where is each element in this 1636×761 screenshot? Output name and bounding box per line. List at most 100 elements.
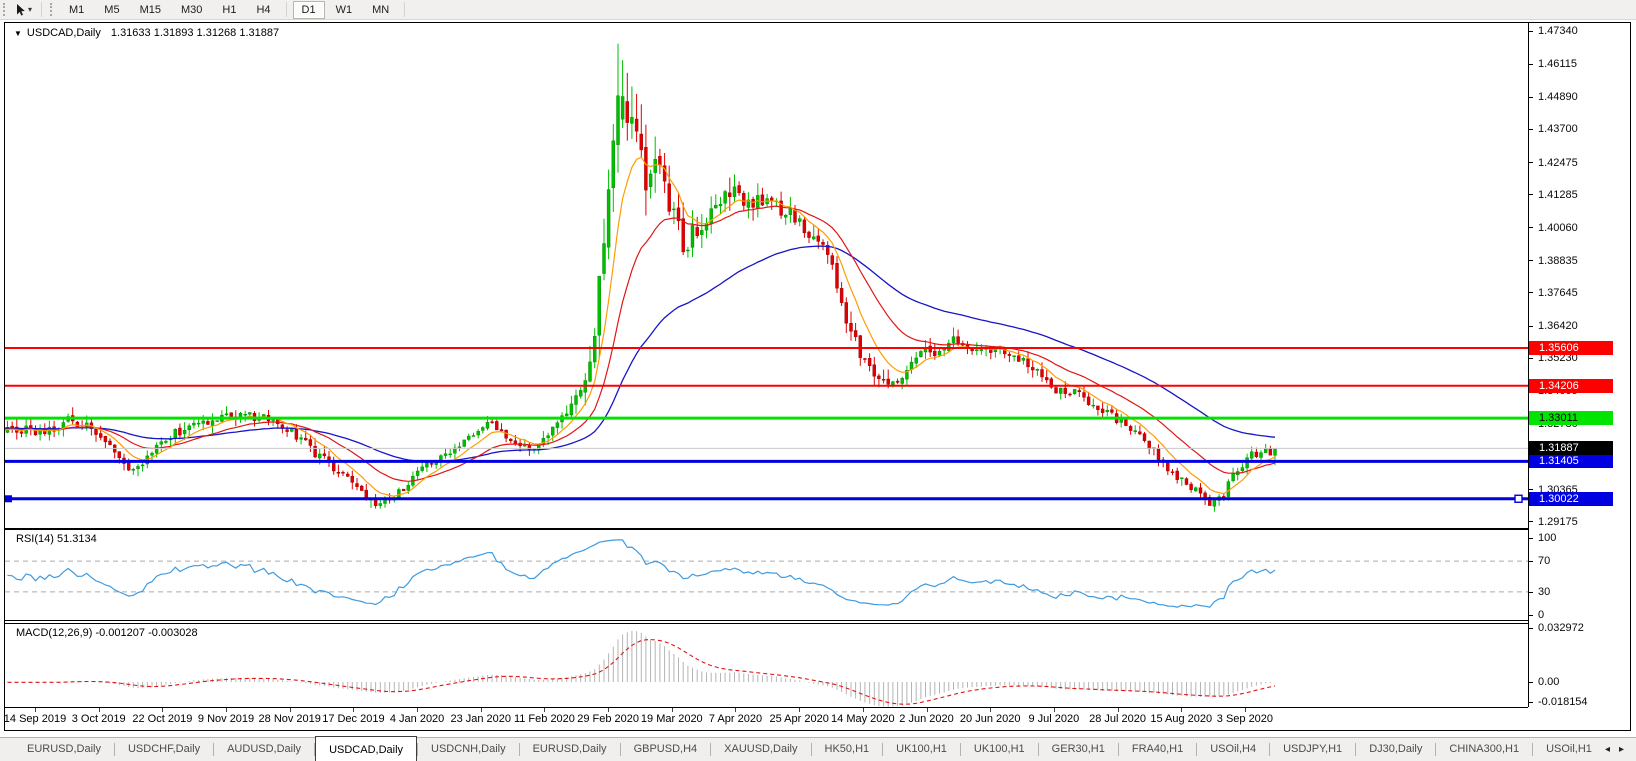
toolbar-grip-handle[interactable] — [3, 3, 8, 16]
macd-tick-label: 0.00 — [1538, 676, 1559, 688]
date-tick-mark — [290, 708, 291, 712]
timeframe-button-m30[interactable]: M30 — [172, 1, 211, 19]
chart-tab-gbpusd-h4[interactable]: GBPUSD,H4 — [621, 738, 711, 761]
date-tick-label: 9 Nov 2019 — [198, 713, 254, 725]
cursor-tool-button[interactable]: ▾ — [12, 3, 36, 17]
chart-tab-eurusd-daily[interactable]: EURUSD,Daily — [14, 738, 114, 761]
price-tick-label: 1.47340 — [1538, 25, 1578, 37]
price-tick-label: 1.46115 — [1538, 58, 1577, 70]
chart-tab-hk50-h1[interactable]: HK50,H1 — [812, 738, 883, 761]
price-tick-label: 1.29175 — [1538, 516, 1578, 528]
price-tick-mark — [1529, 521, 1533, 522]
chart-tab-usoil-h4[interactable]: USOil,H4 — [1197, 738, 1269, 761]
date-tick-mark — [162, 708, 163, 712]
price-chart-pane[interactable] — [5, 23, 1528, 528]
rsi-pane[interactable] — [5, 530, 1528, 620]
macd-tick-mark — [1529, 682, 1533, 683]
cursor-arrow-icon — [14, 3, 27, 17]
macd-tick-label: 0.032972 — [1538, 622, 1584, 634]
timeframe-button-h1[interactable]: H1 — [213, 1, 245, 19]
macd-indicator-label: MACD(12,26,9) -0.001207 -0.003028 — [16, 627, 198, 639]
date-tick-label: 23 Jan 2020 — [450, 713, 511, 725]
price-tick-label: 1.42475 — [1538, 157, 1578, 169]
date-tick-mark — [99, 708, 100, 712]
chart-ohlc-values: 1.31633 1.31893 1.31268 1.31887 — [111, 27, 279, 39]
scroll-tabs-left-icon[interactable]: ◂ — [1605, 744, 1610, 755]
date-tick-mark — [990, 708, 991, 712]
chevron-down-icon[interactable]: ▾ — [28, 5, 32, 14]
line-drag-handle — [1515, 495, 1522, 502]
toolbar-separator — [286, 2, 287, 17]
price-tick-mark — [1529, 260, 1533, 261]
rsi-tick-mark — [1529, 615, 1533, 616]
rsi-tick-mark — [1529, 592, 1533, 593]
price-level-badge[interactable]: 1.35606 — [1529, 341, 1613, 355]
chart-tab-dj30-daily[interactable]: DJ30,Daily — [1356, 738, 1435, 761]
chart-tab-eurusd-daily[interactable]: EURUSD,Daily — [520, 738, 620, 761]
macd-tick-label: -0.018154 — [1538, 696, 1588, 708]
price-level-badge[interactable]: 1.33011 — [1529, 411, 1613, 425]
price-level-badge[interactable]: 1.31405 — [1529, 454, 1613, 468]
chart-tab-uk100-h1[interactable]: UK100,H1 — [961, 738, 1038, 761]
timeframe-button-mn[interactable]: MN — [363, 1, 398, 19]
macd-pane[interactable] — [5, 624, 1528, 707]
scroll-tabs-right-icon[interactable]: ▸ — [1619, 744, 1624, 755]
price-tick-label: 1.36420 — [1538, 320, 1578, 332]
date-tick-label: 11 Feb 2020 — [514, 713, 575, 725]
mt4-terminal: { "toolbar": { "timeframes": ["M1","M5",… — [0, 0, 1636, 761]
timeframe-buttons: M1M5M15M30H1H4 D1W1MN — [59, 1, 399, 19]
chart-tab-usdcad-daily[interactable]: USDCAD,Daily — [315, 736, 417, 761]
rsi-tick-label: 100 — [1538, 532, 1556, 544]
date-tick-label: 29 Feb 2020 — [577, 713, 639, 725]
date-tick-label: 4 Jan 2020 — [390, 713, 444, 725]
date-tick-label: 2 Jun 2020 — [899, 713, 953, 725]
timeframe-button-h4[interactable]: H4 — [247, 1, 279, 19]
chart-tab-usoil-h1[interactable]: USOil,H1 — [1533, 738, 1605, 761]
date-tick-mark — [799, 708, 800, 712]
timeframe-button-d1[interactable]: D1 — [293, 1, 325, 19]
timeframe-button-w1[interactable]: W1 — [327, 1, 362, 19]
chart-tab-ger30-h1[interactable]: GER30,H1 — [1039, 738, 1118, 761]
chart-tab-uk100-h1[interactable]: UK100,H1 — [883, 738, 960, 761]
symbol-dropdown-icon[interactable]: ▼ — [14, 29, 22, 38]
toolbar-grip-handle[interactable] — [50, 3, 55, 16]
chart-tab-usdchf-daily[interactable]: USDCHF,Daily — [115, 738, 213, 761]
price-tick-label: 1.44890 — [1538, 91, 1578, 103]
chart-tab-audusd-daily[interactable]: AUDUSD,Daily — [214, 738, 314, 761]
price-tick-label: 1.38835 — [1538, 255, 1578, 267]
date-tick-label: 3 Sep 2020 — [1217, 713, 1273, 725]
price-level-badge[interactable]: 1.34206 — [1529, 379, 1613, 393]
date-tick-label: 17 Dec 2019 — [322, 713, 384, 725]
rsi-tick-label: 0 — [1538, 609, 1544, 621]
rsi-tick-mark — [1529, 538, 1533, 539]
price-tick-mark — [1529, 162, 1533, 163]
rsi-indicator-label: RSI(14) 51.3134 — [16, 533, 97, 545]
chart-tab-usdcnh-daily[interactable]: USDCNH,Daily — [418, 738, 519, 761]
chart-title: ▼USDCAD,Daily1.31633 1.31893 1.31268 1.3… — [14, 27, 279, 39]
date-tick-mark — [35, 708, 36, 712]
pane-divider[interactable] — [5, 620, 1528, 621]
chart-tab-usdjpy-h1[interactable]: USDJPY,H1 — [1270, 738, 1355, 761]
price-tick-mark — [1529, 97, 1533, 98]
rsi-tick-label: 70 — [1538, 555, 1550, 567]
price-level-badge[interactable]: 1.30022 — [1529, 492, 1613, 506]
chart-tab-china300-h1[interactable]: CHINA300,H1 — [1436, 738, 1532, 761]
chart-tab-fra40-h1[interactable]: FRA40,H1 — [1119, 738, 1196, 761]
timeframe-button-m1[interactable]: M1 — [60, 1, 93, 19]
chart-tab-xauusd-daily[interactable]: XAUUSD,Daily — [711, 738, 810, 761]
date-tick-label: 25 Apr 2020 — [769, 713, 828, 725]
date-tick-mark — [672, 708, 673, 712]
date-tick-label: 14 May 2020 — [831, 713, 895, 725]
toolbar-separator — [41, 2, 42, 17]
timeframe-button-m15[interactable]: M15 — [131, 1, 170, 19]
price-tick-label: 1.43700 — [1538, 123, 1578, 135]
chart-tab-bar: EURUSD,DailyUSDCHF,DailyAUDUSD,DailyUSDC… — [0, 737, 1636, 761]
date-tick-label: 22 Oct 2019 — [132, 713, 192, 725]
date-tick-mark — [417, 708, 418, 712]
candles — [6, 44, 1277, 512]
date-tick-mark — [1054, 708, 1055, 712]
date-tick-mark — [608, 708, 609, 712]
date-tick-label: 20 Jun 2020 — [960, 713, 1021, 725]
date-tick-label: 7 Apr 2020 — [709, 713, 762, 725]
timeframe-button-m5[interactable]: M5 — [95, 1, 128, 19]
